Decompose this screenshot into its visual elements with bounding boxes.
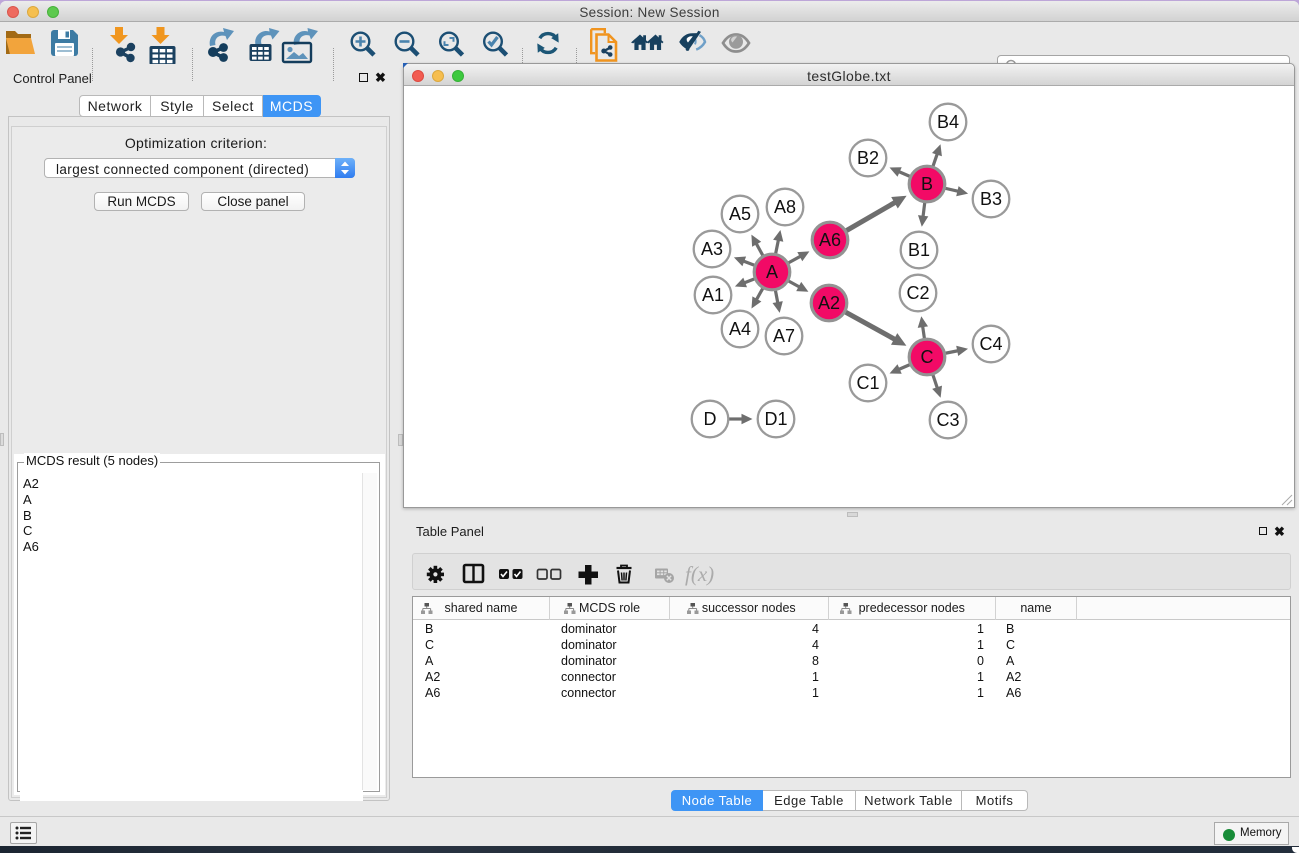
- svg-text:A5: A5: [729, 204, 751, 224]
- svg-text:A2: A2: [818, 293, 840, 313]
- svg-text:D1: D1: [764, 409, 787, 429]
- svg-text:f(x): f(x): [685, 562, 714, 586]
- svg-text:C3: C3: [936, 410, 959, 430]
- svg-text:A6: A6: [819, 230, 841, 250]
- svg-text:D: D: [704, 409, 717, 429]
- svg-text:A3: A3: [701, 239, 723, 259]
- svg-text:B2: B2: [857, 148, 879, 168]
- svg-text:B1: B1: [908, 240, 930, 260]
- svg-text:C: C: [921, 347, 934, 367]
- svg-text:C2: C2: [906, 283, 929, 303]
- svg-text:B3: B3: [980, 189, 1002, 209]
- svg-text:A7: A7: [773, 326, 795, 346]
- svg-text:A4: A4: [729, 319, 751, 339]
- svg-text:C4: C4: [979, 334, 1002, 354]
- svg-text:B4: B4: [937, 112, 959, 132]
- svg-text:C1: C1: [856, 373, 879, 393]
- svg-text:A: A: [766, 262, 778, 282]
- svg-text:B: B: [921, 174, 933, 194]
- svg-text:A1: A1: [702, 285, 724, 305]
- svg-text:A8: A8: [774, 197, 796, 217]
